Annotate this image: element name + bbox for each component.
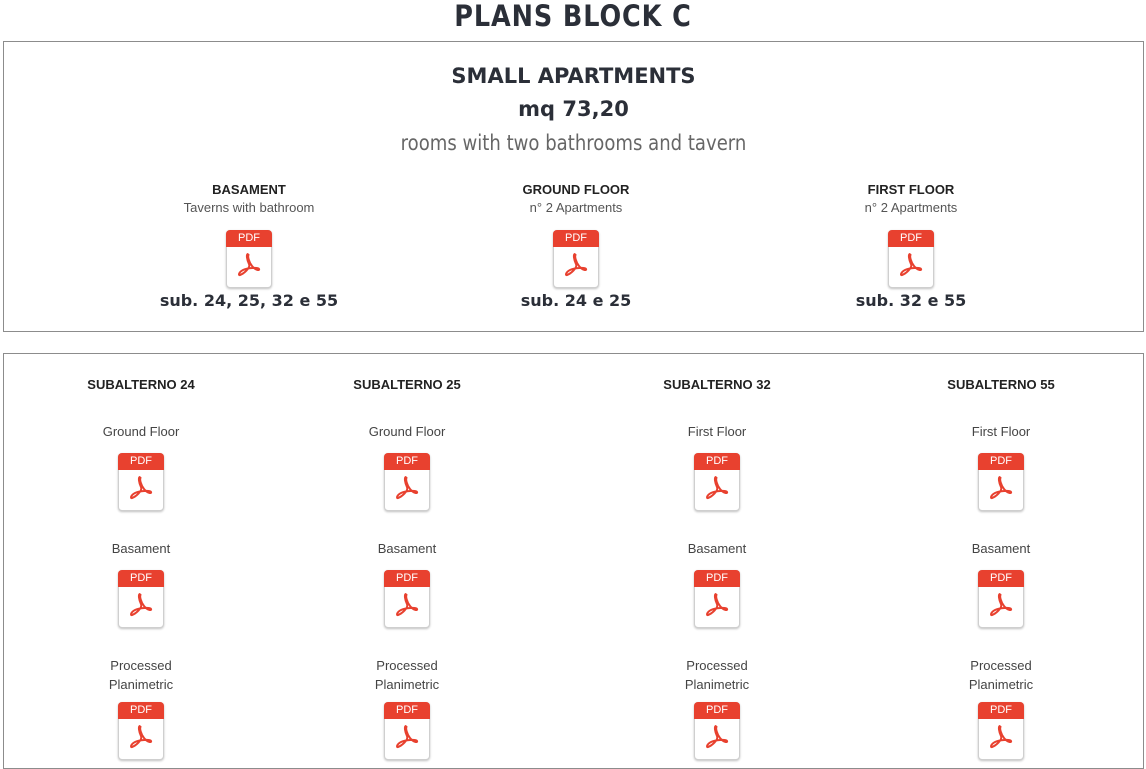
section-description: rooms with two bathrooms and tavern bbox=[400, 131, 747, 155]
pdf-tag: PDF bbox=[978, 702, 1024, 719]
plan-label: Processed Planimetric bbox=[374, 658, 440, 692]
pdf-file-icon[interactable]: PDF bbox=[888, 230, 934, 288]
plan-label: Processed Planimetric bbox=[108, 658, 174, 692]
subalterno-column: SUBALTERNO 24 Ground Floor PDF Basament PDF P… bbox=[41, 376, 241, 760]
subalterno-heading: SUBALTERNO 32 bbox=[663, 377, 771, 392]
plan-download-item: Basament PDF bbox=[617, 539, 817, 628]
pdf-tag: PDF bbox=[694, 702, 740, 719]
pdf-file-icon[interactable]: PDF bbox=[118, 453, 164, 511]
plan-column: BASAMENT Taverns with bathroom PDF sub. 24,… bbox=[119, 181, 379, 310]
plan-label: Processed Planimetric bbox=[968, 658, 1034, 692]
pdf-tag: PDF bbox=[384, 702, 430, 719]
pdf-file-icon[interactable]: PDF bbox=[694, 702, 740, 760]
plan-column: GROUND FLOOR n° 2 Apartments PDF sub. 24 e … bbox=[446, 181, 706, 310]
pdf-file-icon[interactable]: PDF bbox=[118, 702, 164, 760]
plan-subtitle: Taverns with bathroom bbox=[183, 200, 315, 215]
plan-units: sub. 24 e 25 bbox=[520, 291, 632, 310]
pdf-file-icon[interactable]: PDF bbox=[553, 230, 599, 288]
section-title: SMALL APARTMENTS bbox=[451, 64, 696, 88]
plan-download-item: Processed Planimetric PDF bbox=[901, 656, 1101, 760]
plan-download-item: Ground Floor PDF bbox=[307, 422, 507, 511]
subalterno-heading: SUBALTERNO 24 bbox=[87, 377, 195, 392]
plan-units: sub. 24, 25, 32 e 55 bbox=[159, 291, 339, 310]
plan-label: Basament bbox=[377, 541, 437, 556]
plan-label: Processed Planimetric bbox=[684, 658, 750, 692]
pdf-tag: PDF bbox=[118, 702, 164, 719]
plan-label: First Floor bbox=[971, 424, 1031, 439]
subalterno-column: SUBALTERNO 55 First Floor PDF Basament PDF Pr… bbox=[901, 376, 1101, 760]
plan-column: FIRST FLOOR n° 2 Apartments PDF sub. 32 e 5… bbox=[781, 181, 1041, 310]
pdf-file-icon[interactable]: PDF bbox=[384, 702, 430, 760]
pdf-file-icon[interactable]: PDF bbox=[694, 453, 740, 511]
plan-heading: FIRST FLOOR bbox=[867, 182, 955, 197]
plan-download-item: Basament PDF bbox=[901, 539, 1101, 628]
pdf-tag: PDF bbox=[888, 230, 934, 247]
pdf-tag: PDF bbox=[553, 230, 599, 247]
pdf-tag: PDF bbox=[118, 570, 164, 587]
pdf-tag: PDF bbox=[694, 453, 740, 470]
subalterni-panel: SUBALTERNO 24 Ground Floor PDF Basament PDF P… bbox=[3, 353, 1144, 769]
plan-download-item: First Floor PDF bbox=[901, 422, 1101, 511]
pdf-tag: PDF bbox=[384, 453, 430, 470]
plan-label: Basament bbox=[971, 541, 1031, 556]
pdf-file-icon[interactable]: PDF bbox=[384, 453, 430, 511]
pdf-tag: PDF bbox=[694, 570, 740, 587]
pdf-file-icon[interactable]: PDF bbox=[694, 570, 740, 628]
subalterno-heading: SUBALTERNO 25 bbox=[353, 377, 461, 392]
pdf-tag: PDF bbox=[978, 453, 1024, 470]
pdf-file-icon[interactable]: PDF bbox=[978, 570, 1024, 628]
pdf-file-icon[interactable]: PDF bbox=[226, 230, 272, 288]
pdf-file-icon[interactable]: PDF bbox=[384, 570, 430, 628]
plan-download-item: Processed Planimetric PDF bbox=[307, 656, 507, 760]
plan-label: First Floor bbox=[687, 424, 747, 439]
plan-download-item: Ground Floor PDF bbox=[41, 422, 241, 511]
plan-units: sub. 32 e 55 bbox=[855, 291, 967, 310]
section-size: mq 73,20 bbox=[518, 97, 629, 121]
pdf-file-icon[interactable]: PDF bbox=[978, 702, 1024, 760]
subalterno-column: SUBALTERNO 25 Ground Floor PDF Basament PDF P… bbox=[307, 376, 507, 760]
plan-heading: GROUND FLOOR bbox=[522, 182, 630, 197]
small-apartments-panel: SMALL APARTMENTS mq 73,20 rooms with two… bbox=[3, 41, 1144, 332]
plan-label: Ground Floor bbox=[102, 424, 180, 439]
subalterno-heading: SUBALTERNO 55 bbox=[947, 377, 1055, 392]
plan-subtitle: n° 2 Apartments bbox=[529, 200, 623, 215]
subalterno-column: SUBALTERNO 32 First Floor PDF Basament PDF Pr… bbox=[617, 376, 817, 760]
pdf-file-icon[interactable]: PDF bbox=[118, 570, 164, 628]
plan-label: Basament bbox=[687, 541, 747, 556]
pdf-tag: PDF bbox=[118, 453, 164, 470]
plan-label: Basament bbox=[111, 541, 171, 556]
pdf-tag: PDF bbox=[978, 570, 1024, 587]
pdf-tag: PDF bbox=[384, 570, 430, 587]
plan-label: Ground Floor bbox=[368, 424, 446, 439]
plan-download-item: Processed Planimetric PDF bbox=[617, 656, 817, 760]
plan-subtitle: n° 2 Apartments bbox=[864, 200, 958, 215]
plan-download-item: Basament PDF bbox=[41, 539, 241, 628]
pdf-tag: PDF bbox=[226, 230, 272, 247]
plan-heading: BASAMENT bbox=[212, 182, 286, 197]
page-title: PLANS BLOCK C bbox=[454, 0, 692, 33]
plan-download-item: Processed Planimetric PDF bbox=[41, 656, 241, 760]
pdf-file-icon[interactable]: PDF bbox=[978, 453, 1024, 511]
plan-download-item: First Floor PDF bbox=[617, 422, 817, 511]
plan-download-item: Basament PDF bbox=[307, 539, 507, 628]
